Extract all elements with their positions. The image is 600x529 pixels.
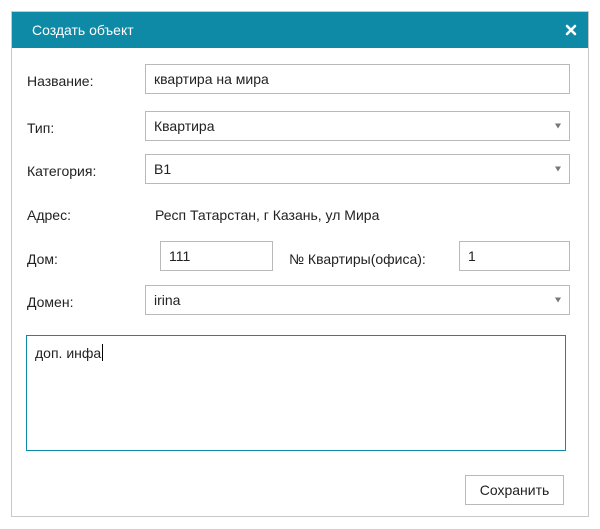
category-select[interactable]: B1 [145,154,570,184]
type-select[interactable]: Квартира [145,111,570,141]
notes-textarea[interactable]: доп. инфа [26,335,566,451]
type-label: Тип: [27,120,55,136]
house-input[interactable]: 111 [160,241,273,271]
apartment-input[interactable]: 1 [459,241,570,271]
chevron-down-icon [555,166,561,172]
dialog-title: Создать объект [32,22,134,38]
save-button[interactable]: Сохранить [465,475,564,505]
create-object-dialog: Создать объект Название: квартира на мир… [11,11,589,517]
house-input-value: 111 [169,248,191,264]
domain-select-value: irina [154,292,181,308]
name-input-value: квартира на мира [154,71,269,87]
name-input[interactable]: квартира на мира [145,64,570,94]
category-select-value: B1 [154,161,172,177]
category-label: Категория: [27,163,97,179]
notes-textarea-value: доп. инфа [35,345,102,361]
address-value: Респ Татарстан, г Казань, ул Мира [155,207,380,223]
text-cursor [102,344,104,361]
address-label: Адрес: [27,207,71,223]
name-label: Название: [27,73,94,89]
chevron-down-icon [555,297,561,303]
domain-label: Домен: [27,294,74,310]
close-icon[interactable] [562,21,580,39]
save-button-label: Сохранить [479,482,550,498]
domain-select[interactable]: irina [145,285,570,315]
apartment-label: № Квартиры(офиса): [289,251,426,267]
chevron-down-icon [555,123,561,129]
apartment-input-value: 1 [468,248,476,264]
dialog-titlebar: Создать объект [12,12,588,48]
house-label: Дом: [27,251,58,267]
type-select-value: Квартира [154,118,215,134]
